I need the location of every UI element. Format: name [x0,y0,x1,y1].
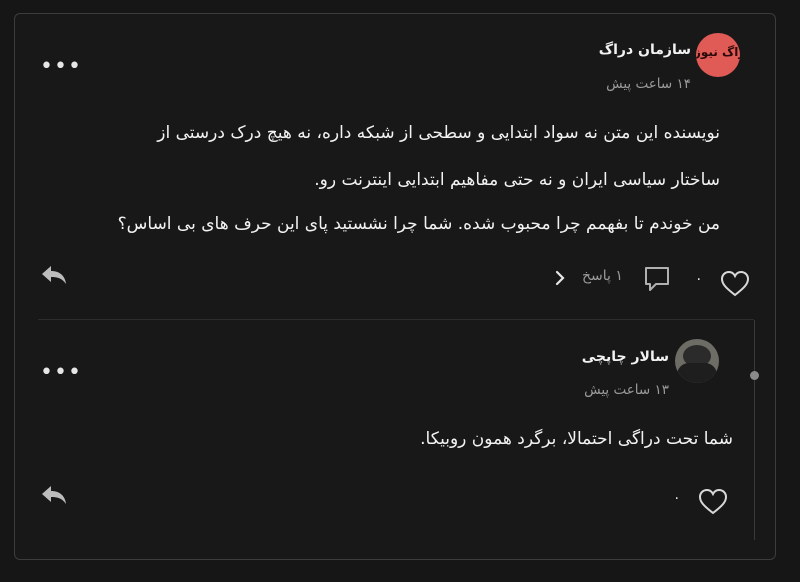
thread-line [754,320,755,540]
reply-avatar[interactable] [675,339,719,383]
more-horizontal-icon[interactable]: ••• [40,362,82,384]
chat-bubble-icon[interactable] [642,265,672,293]
reply-arrow-icon[interactable] [40,263,68,287]
reply-author[interactable]: سالار چاپچی [582,349,669,365]
reply-like-count: ۰ [673,490,681,506]
reply-arrow-icon[interactable] [40,483,68,507]
heart-icon[interactable] [720,270,750,298]
comment-text-line-1: نویسنده این متن نه سواد ابتدایی و سطحی ا… [157,123,720,143]
more-horizontal-icon[interactable]: ••• [40,56,82,78]
heart-icon[interactable] [698,488,728,516]
chevron-right-icon[interactable] [553,270,567,286]
comment-time: ۱۴ ساعت پیش [606,76,691,92]
reply-time: ۱۳ ساعت پیش [584,382,669,398]
reply-text: شما تحت دراگی احتمالا، برگرد همون روبیکا… [420,429,733,449]
avatar[interactable]: دراگ نیوز [696,33,740,77]
replies-count[interactable]: ۱ پاسخ [582,268,623,284]
avatar-logo-text: دراگ نیوز [696,45,740,59]
comment-text-line-2: ساختار سیاسی ایران و نه حتی مفاهیم ابتدا… [314,170,720,190]
avatar-silhouette-body [677,363,717,383]
like-count: ۰ [695,271,703,287]
comment-author[interactable]: سازمان دراگ [599,42,691,58]
divider [38,319,754,320]
comment-text-line-3: من خوندم تا بفهمم چرا محبوب شده. شما چرا… [117,214,720,234]
thread-dot [750,371,759,380]
